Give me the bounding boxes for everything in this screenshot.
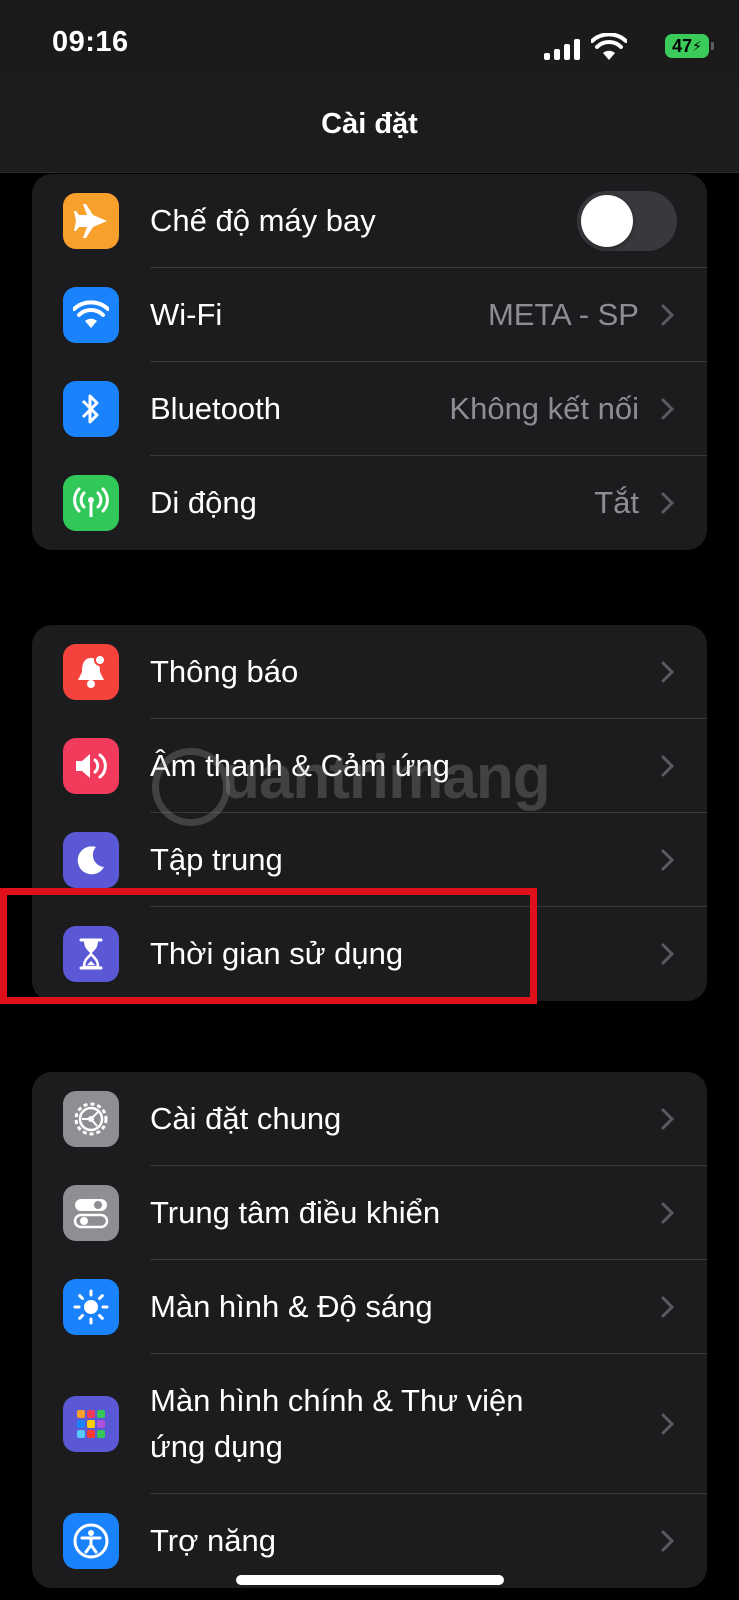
chevron-right-icon	[661, 849, 675, 871]
battery-icon: 47 ⚡	[665, 34, 714, 58]
gear-icon	[63, 1091, 119, 1147]
wifi-label: Wi-Fi	[150, 297, 223, 332]
highlight-annotation-box	[0, 888, 537, 1004]
chevron-right-icon	[661, 661, 675, 683]
accessibility-label: Trợ năng	[150, 1523, 277, 1558]
airplane-mode-toggle[interactable]	[577, 191, 677, 251]
settings-row-general[interactable]: Cài đặt chung	[32, 1072, 707, 1166]
watermark-logo-icon	[152, 748, 230, 826]
cellular-icon	[63, 475, 119, 531]
watermark-text: uantrimang	[222, 743, 551, 812]
status-bar: 09:16 47 ⚡	[0, 0, 739, 100]
chevron-right-icon	[661, 755, 675, 777]
bluetooth-icon	[63, 381, 119, 437]
settings-row-airplane-mode[interactable]: Chế độ máy bay	[32, 174, 707, 268]
home-indicator[interactable]	[236, 1575, 504, 1585]
home-screen-label: Màn hình chính & Thư viện ứng dụng	[150, 1383, 524, 1464]
settings-row-cellular[interactable]: Di động Tắt	[32, 456, 707, 550]
settings-row-notifications[interactable]: Thông báo	[32, 625, 707, 719]
notification-icon	[63, 644, 119, 700]
home-screen-icon	[63, 1396, 119, 1452]
wifi-value: META - SP	[487, 297, 639, 332]
display-brightness-label: Màn hình & Độ sáng	[150, 1289, 433, 1324]
wifi-icon	[63, 287, 119, 343]
chevron-right-icon	[661, 304, 675, 326]
focus-label: Tập trung	[150, 842, 283, 877]
notifications-label: Thông báo	[150, 654, 299, 689]
cellular-label: Di động	[150, 485, 257, 520]
chevron-right-icon	[661, 1413, 675, 1435]
chevron-right-icon	[661, 1202, 675, 1224]
general-label: Cài đặt chung	[150, 1101, 342, 1136]
chevron-right-icon	[661, 398, 675, 420]
cellular-value: Tắt	[594, 485, 639, 520]
bluetooth-value: Không kết nối	[449, 391, 639, 426]
general-group: Cài đặt chung Trung tâm điều khiển Màn h…	[32, 1072, 707, 1588]
settings-row-bluetooth[interactable]: Bluetooth Không kết nối	[32, 362, 707, 456]
chevron-right-icon	[661, 1530, 675, 1552]
settings-row-display-brightness[interactable]: Màn hình & Độ sáng	[32, 1260, 707, 1354]
connectivity-group: Chế độ máy bay Wi-Fi META - SP Bluetooth…	[32, 174, 707, 550]
chevron-right-icon	[661, 492, 675, 514]
settings-row-accessibility[interactable]: Trợ năng	[32, 1494, 707, 1588]
toggle-knob	[581, 195, 633, 247]
control-center-label: Trung tâm điều khiển	[150, 1195, 441, 1230]
bluetooth-label: Bluetooth	[150, 391, 281, 426]
cellular-signal-icon	[544, 38, 584, 60]
airplane-mode-label: Chế độ máy bay	[150, 203, 376, 238]
airplane-icon	[63, 193, 119, 249]
chevron-right-icon	[661, 943, 675, 965]
chevron-right-icon	[661, 1296, 675, 1318]
switches-icon	[63, 1185, 119, 1241]
settings-row-control-center[interactable]: Trung tâm điều khiển	[32, 1166, 707, 1260]
settings-row-home-screen[interactable]: Màn hình chính & Thư viện ứng dụng	[32, 1354, 707, 1494]
settings-row-wifi[interactable]: Wi-Fi META - SP	[32, 268, 707, 362]
chevron-right-icon	[661, 1108, 675, 1130]
page-title: Cài đặt	[321, 108, 418, 140]
battery-level: 47	[672, 35, 693, 56]
sound-icon	[63, 738, 119, 794]
moon-icon	[63, 832, 119, 888]
status-time: 09:16	[52, 26, 129, 58]
wifi-status-icon	[591, 33, 627, 60]
brightness-icon	[63, 1279, 119, 1335]
accessibility-icon	[63, 1513, 119, 1569]
